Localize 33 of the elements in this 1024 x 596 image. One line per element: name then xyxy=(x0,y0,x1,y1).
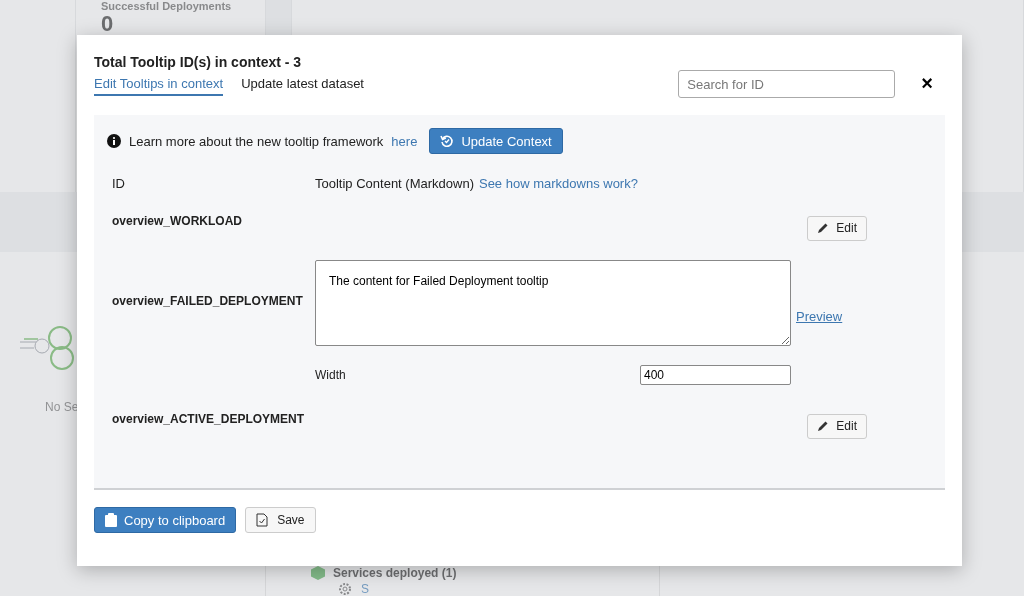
copy-button[interactable]: Copy to clipboard xyxy=(94,507,237,533)
refresh-icon xyxy=(440,134,455,148)
column-header: Tooltip Content (Markdown) xyxy=(315,176,474,191)
tab[interactable]: Update latest dataset xyxy=(241,76,364,96)
width-label: Width xyxy=(315,368,346,382)
here-link[interactable]: here xyxy=(391,133,418,149)
info-icon xyxy=(107,134,121,148)
edit-button[interactable]: Edit xyxy=(807,413,867,439)
save-button[interactable]: Save xyxy=(245,507,316,533)
gear-icon xyxy=(337,581,353,596)
update-context-button[interactable]: Update Context xyxy=(429,128,563,154)
pencil-icon xyxy=(817,222,830,234)
services-title: Services deployed (1) xyxy=(333,566,457,580)
search-field[interactable]: Search for ID xyxy=(678,70,896,98)
content-textarea[interactable]: The content for Failed Deployment tooltip xyxy=(315,260,791,346)
edit-button[interactable]: Edit xyxy=(807,215,867,241)
file-check-icon xyxy=(256,513,269,527)
tooltip-id: overview_WORKLOAD xyxy=(112,213,244,230)
tooltip-id: overview_ACTIVE_DEPLOYMENT xyxy=(112,411,306,428)
tooltip-id: overview_FAILED_DEPLOYMENT xyxy=(112,293,304,310)
markdown-help-link[interactable]: See how markdowns work? xyxy=(478,176,638,191)
empty-state-text: No Se xyxy=(45,400,79,414)
close-button[interactable]: × xyxy=(921,69,933,97)
width-field[interactable]: 400 xyxy=(640,365,791,385)
preview-link[interactable]: Preview xyxy=(796,308,843,324)
column-header: ID xyxy=(112,176,126,191)
modal-title: Total Tooltip ID(s) in context - 3 xyxy=(94,54,303,70)
card-label: Successful Deployments xyxy=(101,0,233,12)
pencil-icon xyxy=(817,420,830,432)
tab[interactable]: Edit Tooltips in context xyxy=(94,76,224,96)
card-value: 0 xyxy=(101,13,115,35)
clipboard-icon xyxy=(105,513,117,527)
info-text: Learn more about the new tooltip framework xyxy=(129,133,384,149)
